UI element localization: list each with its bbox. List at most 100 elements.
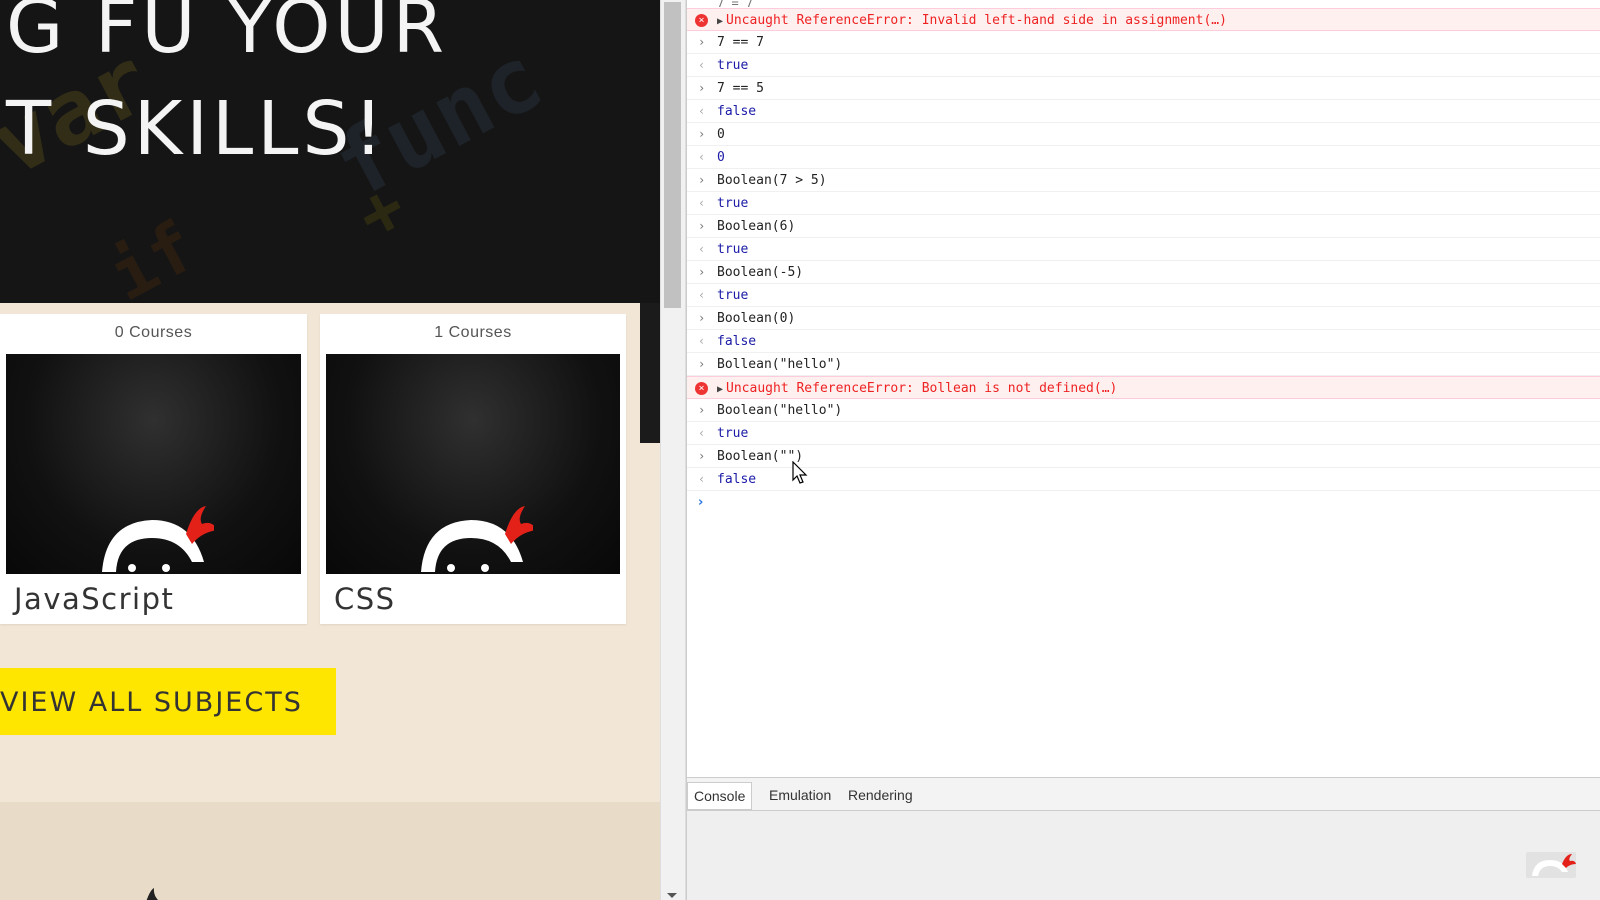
console-row-text: 7 == 5	[717, 81, 764, 96]
console-error-row[interactable]: × ▶ Uncaught ReferenceError: Invalid left-…	[687, 8, 1600, 31]
console-output-row: ‹ true	[687, 422, 1600, 445]
console-row-text: false	[717, 334, 757, 349]
chevron-left-icon: ‹	[698, 196, 706, 210]
console-output-row: ‹ true	[687, 54, 1600, 77]
console-row-text: Boolean("hello")	[717, 403, 843, 418]
chevron-left-icon: ‹	[698, 58, 706, 72]
console-input-row: › Boolean("hello")	[687, 399, 1600, 422]
tab-console[interactable]: Console	[687, 782, 753, 810]
chevron-right-icon: ›	[698, 219, 706, 233]
chevron-right-icon: ›	[698, 265, 706, 279]
hero-heading-line-2: T SKILLS!	[6, 86, 388, 172]
chevron-right-icon: ›	[698, 35, 706, 49]
console-row-text: 0	[717, 150, 725, 165]
prompt-chevron-icon: ›	[698, 495, 704, 510]
hero-background-code: if	[95, 205, 209, 303]
footer-band	[0, 802, 660, 900]
console-output-row: ‹ false	[687, 100, 1600, 123]
console-input-row: › 7 == 5	[687, 77, 1600, 100]
console-output-row: ‹ false	[687, 330, 1600, 353]
scroll-down-arrow-icon[interactable]	[667, 893, 677, 898]
chevron-left-icon: ‹	[698, 472, 706, 486]
tab-rendering[interactable]: Rendering	[842, 782, 919, 808]
console-rows: × ▶ Uncaught ReferenceError: Invalid left-…	[687, 8, 1600, 491]
console-input-row: › Boolean(7 > 5)	[687, 169, 1600, 192]
chevron-left-icon: ‹	[698, 104, 706, 118]
chevron-left-icon: ‹	[698, 334, 706, 348]
ninja-ear-icon	[146, 888, 158, 900]
console-input-row: › 0	[687, 123, 1600, 146]
console-row-text: Boolean("")	[717, 449, 804, 464]
mouse-cursor-icon	[792, 461, 808, 484]
course-count: 1 Courses	[434, 324, 512, 341]
chevron-left-icon: ‹	[698, 426, 706, 440]
console-input-row: › Boolean(-5)	[687, 261, 1600, 284]
chevron-right-icon: ›	[698, 127, 706, 141]
chevron-right-icon: ›	[698, 357, 706, 371]
scrollbar-thumb[interactable]	[664, 2, 681, 308]
hero-banner: var func if + G FU YOUR T SKILLS!	[0, 0, 660, 303]
drawer-body	[687, 811, 1600, 900]
error-circle-icon: ×	[695, 14, 708, 27]
console-output-row: ‹ 0	[687, 146, 1600, 169]
console-cutoff-line: 7 = 7	[717, 0, 754, 8]
chevron-right-icon: ›	[698, 81, 706, 95]
console-row-text: true	[717, 196, 749, 211]
error-circle-icon: ×	[695, 382, 708, 395]
course-thumbnail[interactable]	[326, 354, 620, 574]
ninja-logo-icon	[421, 506, 533, 572]
expand-triangle-icon[interactable]: ▶	[717, 384, 723, 395]
console-row-text: 7 == 7	[717, 35, 764, 50]
console-row-text: Boolean(-5)	[717, 265, 804, 280]
section-edge	[640, 303, 660, 443]
ninja-logo-icon	[101, 506, 214, 572]
chevron-left-icon: ‹	[698, 150, 706, 164]
view-all-subjects-button[interactable]: VIEW ALL SUBJECTS	[0, 668, 336, 735]
console-row-text: Boolean(0)	[717, 311, 796, 326]
console-input-row: › 7 == 7	[687, 31, 1600, 54]
console-row-text: true	[717, 426, 749, 441]
tab-emulation[interactable]: Emulation	[763, 782, 837, 808]
console-row-text: 0	[717, 127, 725, 142]
console-row-text: Bollean("hello")	[717, 357, 843, 372]
console-output-row: ‹ false	[687, 468, 1600, 491]
console-row-text: true	[717, 58, 749, 73]
console-input-row: › Bollean("hello")	[687, 353, 1600, 376]
console-error-row[interactable]: × ▶ Uncaught ReferenceError: Bollean is no…	[687, 376, 1600, 399]
chevron-left-icon: ‹	[698, 288, 706, 302]
page-scrollbar[interactable]	[660, 0, 686, 900]
course-title[interactable]: CSS	[334, 582, 396, 616]
expand-triangle-icon[interactable]: ▶	[717, 16, 723, 27]
course-card-javascript[interactable]: 0 Courses JavaScript	[0, 314, 307, 624]
console-log: 7 = 7 × ▶ Uncaught ReferenceError: Invalid…	[687, 0, 1600, 777]
console-row-text: true	[717, 242, 749, 257]
console-row-text: Boolean(7 > 5)	[717, 173, 827, 188]
console-row-text: Uncaught ReferenceError: Bollean is not …	[726, 381, 1118, 396]
chevron-left-icon: ‹	[698, 242, 706, 256]
watermark-logo-icon	[1526, 852, 1576, 878]
website-viewport: var func if + G FU YOUR T SKILLS! 0 Cour…	[0, 0, 660, 900]
course-card-css[interactable]: 1 Courses CSS	[320, 314, 626, 624]
hero-heading-line-1: G FU YOUR	[6, 0, 449, 70]
console-row-text: false	[717, 472, 757, 487]
console-output-row: ‹ true	[687, 238, 1600, 261]
console-input-row: › Boolean("")	[687, 445, 1600, 468]
course-title[interactable]: JavaScript	[14, 582, 174, 616]
console-output-row: ‹ true	[687, 192, 1600, 215]
chevron-right-icon: ›	[698, 311, 706, 325]
chevron-right-icon: ›	[698, 449, 706, 463]
devtools-panel: 7 = 7 × ▶ Uncaught ReferenceError: Invalid…	[686, 0, 1600, 900]
chevron-right-icon: ›	[698, 403, 706, 417]
console-input-row: › Boolean(6)	[687, 215, 1600, 238]
console-prompt[interactable]: ›	[687, 491, 1600, 515]
chevron-right-icon: ›	[698, 173, 706, 187]
console-output-row: ‹ true	[687, 284, 1600, 307]
console-row-text: Uncaught ReferenceError: Invalid left-ha…	[726, 13, 1227, 28]
console-row-text: false	[717, 104, 757, 119]
course-count: 0 Courses	[114, 324, 193, 341]
console-row-text: true	[717, 288, 749, 303]
console-row-text: Boolean(6)	[717, 219, 796, 234]
drawer-tab-bar: Console Emulation Rendering	[687, 777, 1600, 811]
course-thumbnail[interactable]	[6, 354, 301, 574]
console-input-row: › Boolean(0)	[687, 307, 1600, 330]
